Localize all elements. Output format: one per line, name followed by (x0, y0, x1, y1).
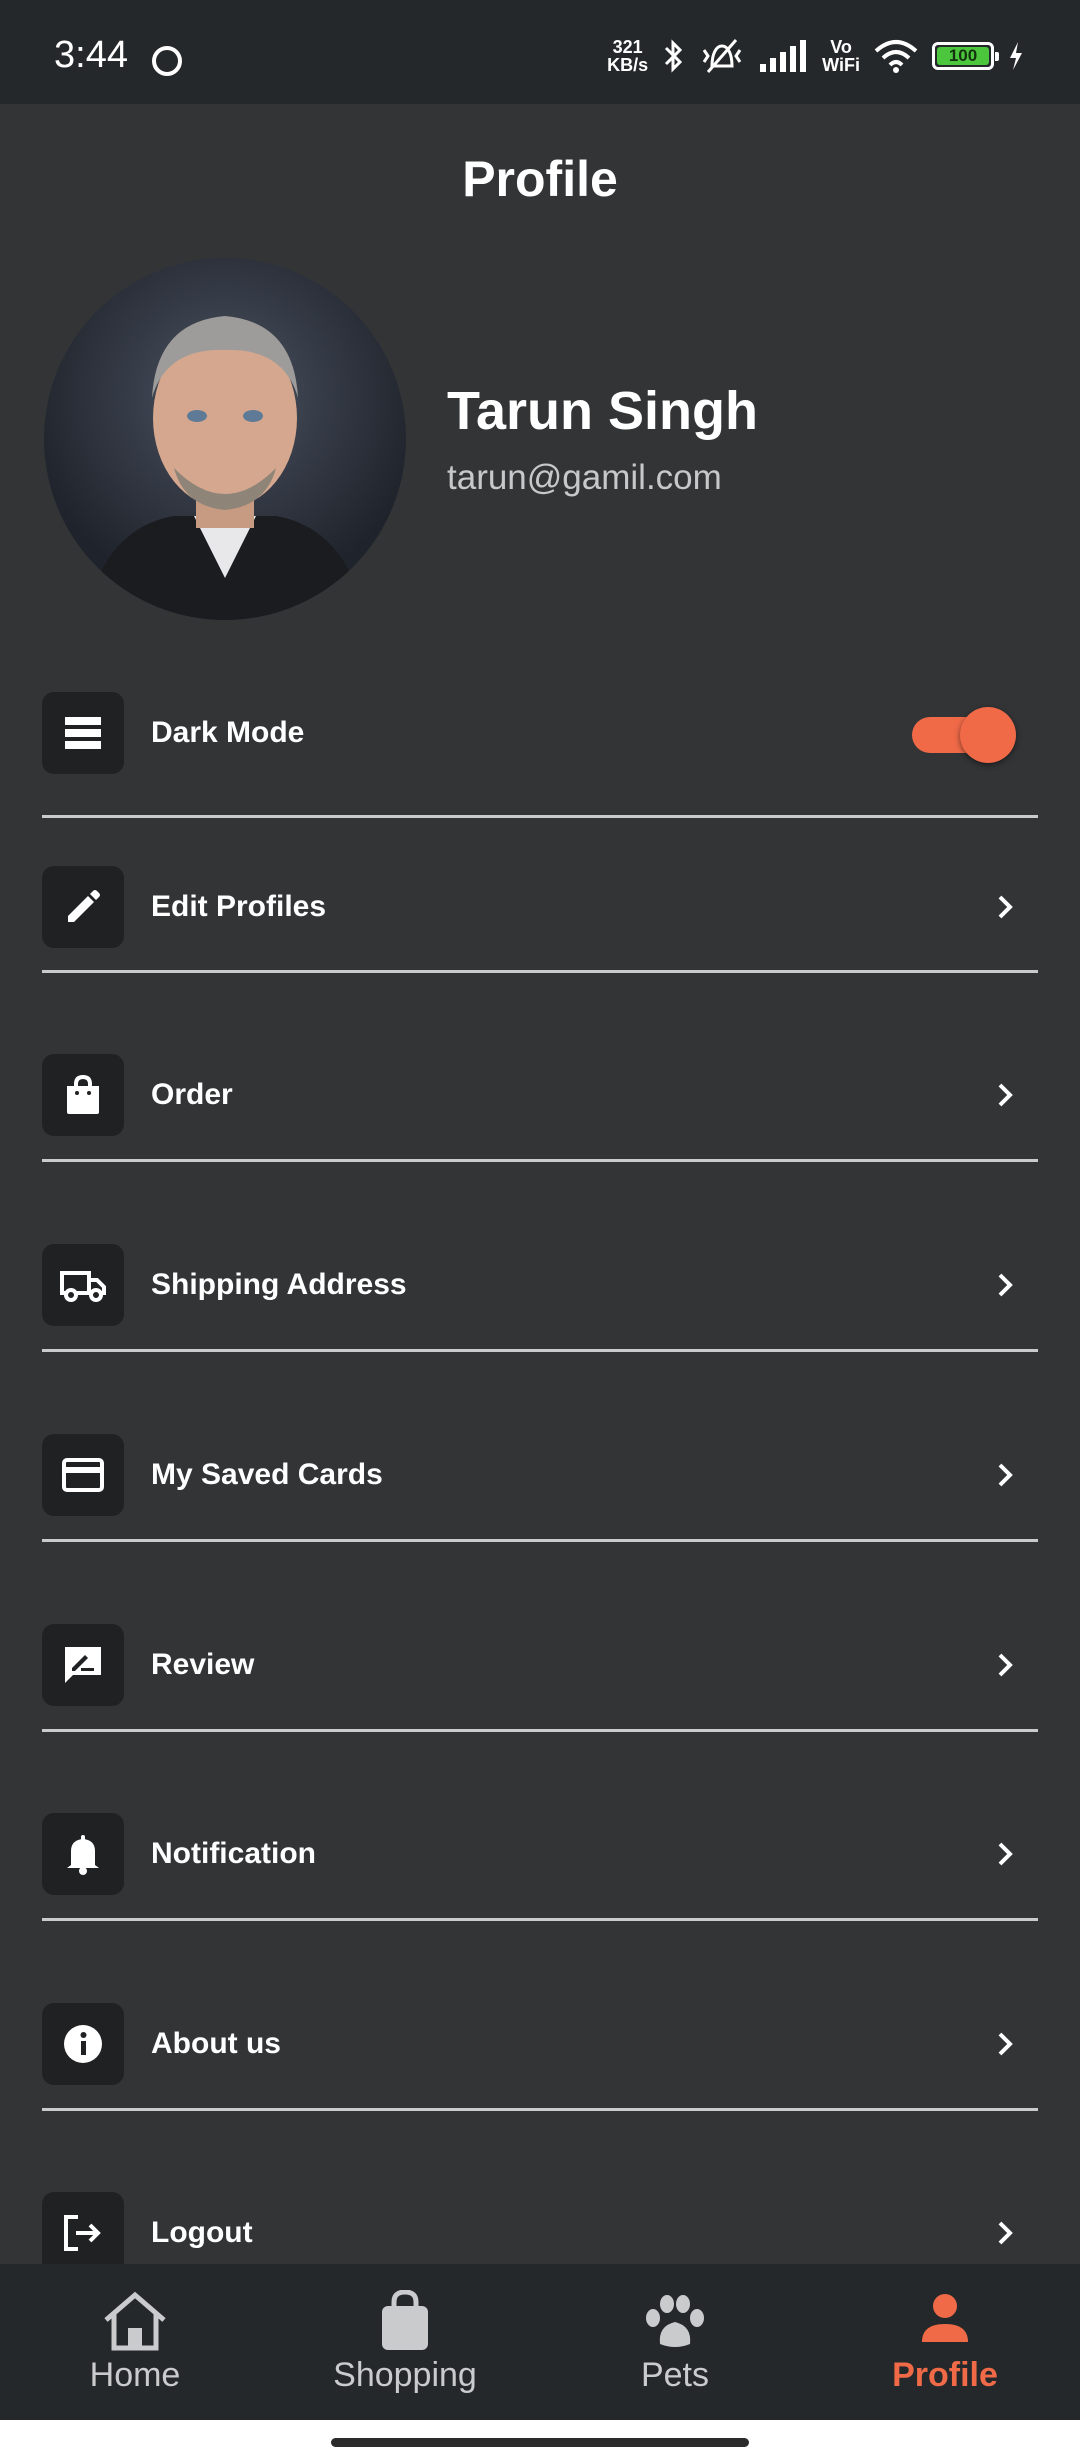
bluetooth-icon (665, 39, 683, 73)
menu-item-edit-profiles[interactable]: Edit Profiles (42, 866, 1038, 948)
menu-item-label: Review (151, 1648, 255, 1681)
nav-home[interactable]: Home (0, 2264, 270, 2420)
home-icon (104, 2291, 166, 2351)
menu-item-label: About us (151, 2027, 281, 2060)
info-icon (64, 2025, 102, 2063)
divider (42, 815, 1038, 818)
chevron-right-icon (998, 1273, 1013, 1297)
menu-item-shipping-address[interactable]: Shipping Address (42, 1244, 1038, 1326)
menu-item-order[interactable]: Order (42, 1054, 1038, 1136)
network-speed: 321 KB/s (607, 38, 648, 74)
menu-icon-box (42, 1624, 124, 1706)
nav-profile[interactable]: Profile (810, 2264, 1080, 2420)
menu-icon-box (42, 2192, 124, 2274)
toggle-knob (960, 707, 1016, 763)
charging-icon (1010, 42, 1022, 70)
profile-name: Tarun Singh (447, 381, 758, 441)
profile-email: tarun@gamil.com (447, 458, 722, 497)
menu-item-about-us[interactable]: About us (42, 2003, 1038, 2085)
home-indicator[interactable] (331, 2438, 749, 2447)
network-speed-value: 321 (612, 37, 643, 57)
divider (42, 1729, 1038, 1732)
wifi-icon (874, 40, 918, 73)
menu-icon-box (42, 1054, 124, 1136)
nav-label: Pets (640, 2356, 710, 2394)
status-icons: 321 KB/s Vo WiFi 100 (607, 36, 1024, 76)
dark-mode-label: Dark Mode (151, 716, 305, 749)
nav-label: Home (89, 2356, 181, 2394)
dark-mode-icon-box (42, 692, 124, 774)
divider (42, 1349, 1038, 1352)
shopping-bag-icon (382, 2290, 428, 2350)
chevron-right-icon (998, 1653, 1013, 1677)
network-speed-unit: KB/s (607, 55, 649, 75)
nav-label: Profile (892, 2356, 998, 2394)
menu-icon-box (42, 2003, 124, 2085)
menu-item-saved-cards[interactable]: My Saved Cards (42, 1434, 1038, 1516)
menu-icon-box (42, 1813, 124, 1895)
status-time: 3:44 (54, 34, 128, 76)
vowifi-line2: WiFi (822, 55, 860, 75)
pencil-icon (68, 890, 100, 922)
bottom-nav: Home Shopping Pets Profile (0, 2264, 1080, 2420)
divider (42, 1539, 1038, 1542)
vowifi-line1: Vo (830, 37, 852, 57)
review-icon (65, 1647, 101, 1683)
chevron-right-icon (998, 1463, 1013, 1487)
notification-app-icon (152, 46, 182, 76)
card-icon (62, 1458, 104, 1492)
menu-icon-box (42, 1434, 124, 1516)
nav-label: Shopping (333, 2356, 477, 2394)
vibrate-off-icon (702, 39, 742, 73)
nav-shopping[interactable]: Shopping (270, 2264, 540, 2420)
logout-icon (64, 2215, 101, 2251)
chevron-right-icon (998, 2032, 1013, 2056)
chevron-right-icon (998, 1842, 1013, 1866)
chevron-right-icon (998, 895, 1013, 919)
menu-item-notification[interactable]: Notification (42, 1813, 1038, 1895)
battery-icon: 100 (932, 42, 999, 70)
menu-item-label: Shipping Address (151, 1268, 407, 1301)
paw-icon (646, 2295, 704, 2347)
divider (42, 1918, 1038, 1921)
menu-item-label: My Saved Cards (151, 1458, 383, 1491)
avatar[interactable] (44, 258, 406, 620)
divider (42, 970, 1038, 973)
vowifi-indicator: Vo WiFi (822, 38, 860, 74)
truck-icon (60, 1271, 106, 1302)
avatar-portrait (84, 316, 366, 620)
bag-icon (67, 1074, 99, 1114)
menu-item-review[interactable]: Review (42, 1624, 1038, 1706)
bell-icon (67, 1835, 99, 1875)
menu-icon-box (42, 866, 124, 948)
menu-item-label: Logout (151, 2216, 253, 2249)
page-title: Profile (462, 151, 618, 207)
chevron-right-icon (998, 1083, 1013, 1107)
person-icon (922, 2294, 968, 2342)
battery-level: 100 (948, 46, 978, 65)
chevron-right-icon (998, 2221, 1013, 2245)
dark-mode-row: Dark Mode (42, 692, 1038, 774)
divider (42, 2108, 1038, 2111)
dark-mode-icon (65, 717, 101, 749)
menu-item-label: Order (151, 1078, 233, 1111)
menu-icon-box (42, 1244, 124, 1326)
menu-item-label: Notification (151, 1837, 316, 1870)
status-bar: 3:44 321 KB/s Vo WiFi 100 (0, 0, 1080, 104)
dark-mode-toggle[interactable] (912, 705, 1016, 763)
signal-icon (760, 40, 807, 72)
menu-item-logout[interactable]: Logout (42, 2192, 1038, 2274)
nav-pets[interactable]: Pets (540, 2264, 810, 2420)
menu-item-label: Edit Profiles (151, 890, 327, 923)
divider (42, 1159, 1038, 1162)
